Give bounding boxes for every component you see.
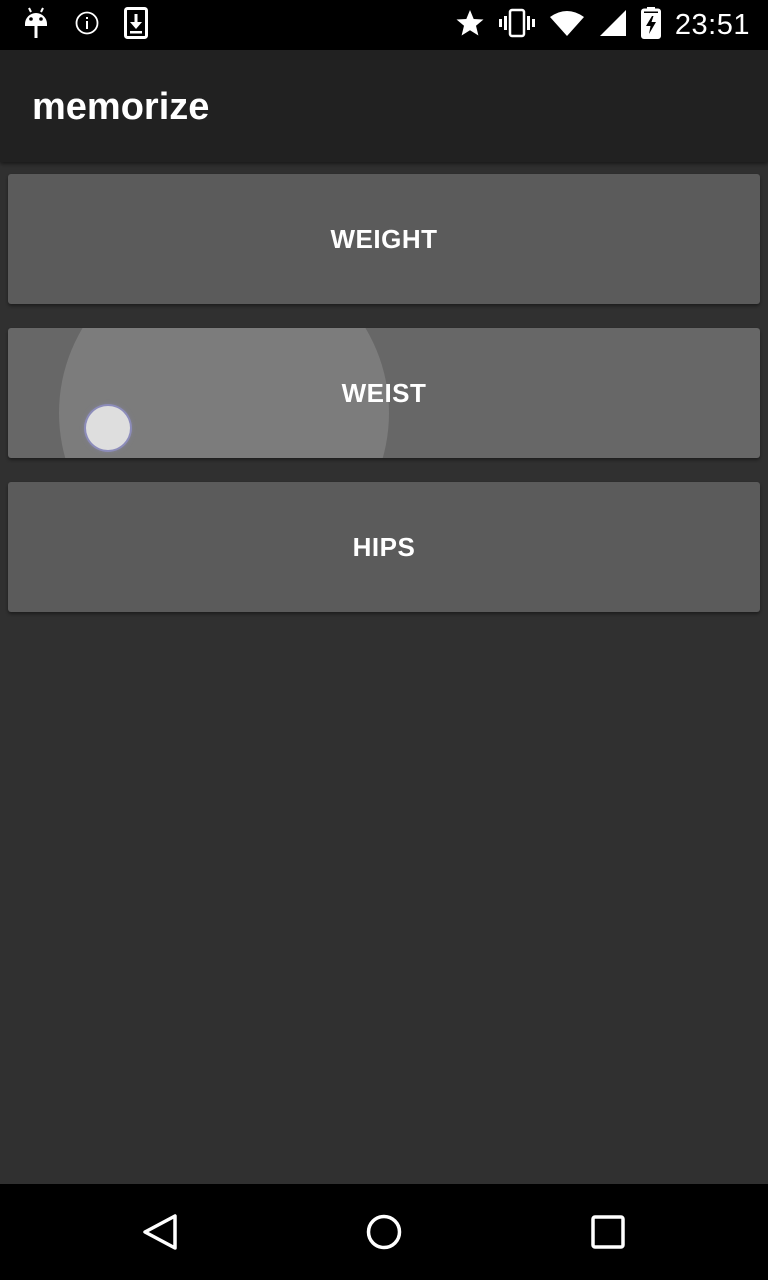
hips-button[interactable]: HIPS xyxy=(8,482,760,612)
system-indicators: 23:51 xyxy=(455,6,750,44)
signal-icon xyxy=(599,9,627,42)
wifi-icon xyxy=(549,9,585,42)
weist-button[interactable]: WEIST xyxy=(8,328,760,458)
hips-button-label: HIPS xyxy=(352,531,416,562)
weight-button[interactable]: WEIGHT xyxy=(8,174,760,304)
touch-indicator xyxy=(86,406,130,450)
recents-icon xyxy=(588,1215,628,1256)
recents-button[interactable] xyxy=(588,1212,628,1252)
back-button[interactable] xyxy=(140,1212,180,1252)
download-icon xyxy=(124,6,148,44)
app-bar: memorize xyxy=(0,50,768,162)
home-button[interactable] xyxy=(364,1212,404,1252)
app-title: memorize xyxy=(32,86,210,128)
vibrate-icon xyxy=(498,8,535,43)
status-bar: 23:51 xyxy=(0,0,768,50)
weight-button-label: WEIGHT xyxy=(330,223,438,254)
notification-icons xyxy=(22,6,148,45)
back-icon xyxy=(140,1214,180,1256)
info-icon xyxy=(74,10,100,41)
weist-button-label: WEIST xyxy=(341,377,427,408)
button-list: WEIGHT WEIST HIPS xyxy=(0,162,768,1184)
home-icon xyxy=(364,1214,404,1256)
android-debug-icon xyxy=(22,6,50,45)
battery-charging-icon xyxy=(640,6,661,44)
star-icon xyxy=(455,8,485,43)
navigation-bar xyxy=(0,1184,768,1280)
clock: 23:51 xyxy=(674,8,750,41)
